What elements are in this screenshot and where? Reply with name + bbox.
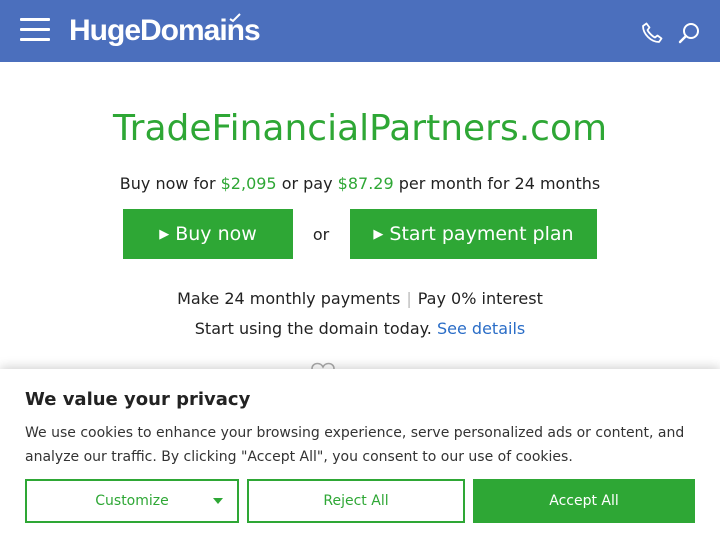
start-using-text: Start using the domain today. [194,319,437,338]
phone-icon[interactable] [640,21,664,45]
domain-name-title: TradeFinancialPartners.com [112,108,608,149]
logo-accent-icon [229,13,241,23]
menu-icon[interactable] [20,18,50,42]
buy-price: $2,095 [220,174,277,193]
play-arrow-icon: ▶ [373,226,384,242]
chevron-down-icon [213,498,223,504]
customize-label: Customize [95,493,169,509]
cookie-title: We value your privacy [25,389,251,410]
payment-info: Make 24 monthly payments | Pay 0% interest [0,289,720,308]
or-separator: or [312,225,330,244]
buy-now-label: Buy now [175,223,257,245]
play-arrow-icon: ▶ [159,226,170,242]
payment-plan-label: Start payment plan [389,223,574,245]
accept-all-button[interactable]: Accept All [473,479,695,523]
divider: | [406,289,412,308]
customize-button[interactable]: Customize [25,479,239,523]
price-suffix: per month for 24 months [393,174,601,193]
monthly-price: $87.29 [337,174,394,193]
start-payment-plan-button[interactable]: ▶ Start payment plan [350,209,597,259]
monthly-payments-text: Make 24 monthly payments [177,289,401,308]
search-icon[interactable] [677,21,701,45]
interest-text: Pay 0% interest [417,289,543,308]
price-prefix: Buy now for [119,174,221,193]
cookie-description: We use cookies to enhance your browsing … [25,425,685,465]
site-header: HugeDomains [0,0,720,62]
start-using-info: Start using the domain today. See detail… [0,319,720,338]
price-mid: or pay [276,174,338,193]
reject-all-button[interactable]: Reject All [247,479,465,523]
cookie-consent-banner: We value your privacy We use cookies to … [0,369,720,540]
buy-now-button[interactable]: ▶ Buy now [123,209,293,259]
see-details-link[interactable]: See details [437,319,525,338]
price-summary: Buy now for $2,095 or pay $87.29 per mon… [0,174,720,193]
